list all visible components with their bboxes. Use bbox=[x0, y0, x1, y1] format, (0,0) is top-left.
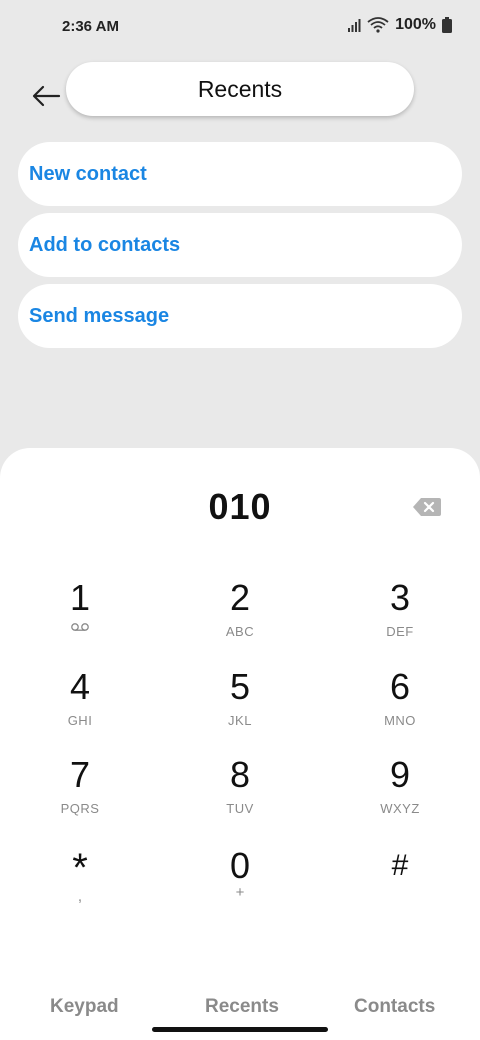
add-to-contacts-button[interactable]: Add to contacts bbox=[18, 213, 462, 277]
key-3[interactable]: 3 DEF bbox=[340, 578, 460, 658]
key-digit: 1 bbox=[69, 577, 91, 618]
key-digit: 3 bbox=[389, 577, 411, 618]
key-letters: ABC bbox=[225, 624, 255, 639]
key-6[interactable]: 6 MNO bbox=[340, 667, 460, 747]
key-letters: WXYZ bbox=[380, 801, 420, 816]
key-5[interactable]: 5 JKL bbox=[180, 667, 300, 747]
key-digit: 8 bbox=[229, 754, 251, 795]
wifi-icon bbox=[367, 17, 389, 33]
key-digit: 9 bbox=[389, 754, 411, 795]
key-letters: MNO bbox=[384, 713, 416, 728]
signal-icon bbox=[348, 19, 361, 32]
battery-icon bbox=[442, 17, 452, 33]
backspace-icon bbox=[413, 498, 441, 516]
key-letters: + bbox=[235, 884, 245, 901]
key-digit: 7 bbox=[69, 754, 91, 795]
page-title: Recents bbox=[66, 62, 414, 116]
tab-contacts[interactable]: Contacts bbox=[354, 996, 435, 1018]
key-letters: GHI bbox=[67, 713, 93, 728]
battery-percentage: 100% bbox=[395, 16, 436, 33]
key-letters: JKL bbox=[228, 713, 252, 728]
key-digit: 4 bbox=[69, 666, 91, 707]
send-message-button[interactable]: Send message bbox=[18, 284, 462, 348]
dialed-number: 010 bbox=[208, 486, 272, 527]
key-9[interactable]: 9 WXYZ bbox=[340, 755, 460, 835]
key-2[interactable]: 2 ABC bbox=[180, 578, 300, 658]
key-digit: 2 bbox=[229, 577, 251, 618]
key-digit: 5 bbox=[229, 666, 251, 707]
key-0[interactable]: 0 + bbox=[180, 846, 300, 926]
back-arrow-icon bbox=[32, 85, 61, 107]
backspace-button[interactable] bbox=[412, 496, 442, 518]
voicemail-icon bbox=[71, 623, 89, 631]
key-digit: # bbox=[391, 849, 409, 882]
key-4[interactable]: 4 GHI bbox=[20, 667, 140, 747]
key-letters: , bbox=[77, 888, 83, 905]
bottom-tab-bar: Keypad Recents Contacts bbox=[0, 990, 480, 1030]
tab-recents[interactable]: Recents bbox=[205, 996, 279, 1018]
key-letters: DEF bbox=[386, 624, 414, 639]
key-digit: 6 bbox=[389, 666, 411, 707]
key-digit: 0 bbox=[229, 845, 251, 886]
key-letters: TUV bbox=[226, 801, 254, 816]
home-indicator[interactable] bbox=[152, 1027, 328, 1032]
key-8[interactable]: 8 TUV bbox=[180, 755, 300, 835]
key-letters: PQRS bbox=[60, 801, 100, 816]
key-1[interactable]: 1 bbox=[20, 578, 140, 658]
tab-keypad[interactable]: Keypad bbox=[50, 996, 119, 1018]
status-time: 2:36 AM bbox=[62, 18, 119, 35]
status-bar: 2:36 AM 100% bbox=[0, 0, 480, 56]
key-7[interactable]: 7 PQRS bbox=[20, 755, 140, 835]
status-icons: 100% bbox=[347, 16, 452, 34]
key-digit: * bbox=[72, 846, 88, 890]
new-contact-button[interactable]: New contact bbox=[18, 142, 462, 206]
key-hash[interactable]: # bbox=[340, 846, 460, 926]
key-star[interactable]: * , bbox=[20, 846, 140, 926]
back-button[interactable] bbox=[26, 78, 66, 114]
